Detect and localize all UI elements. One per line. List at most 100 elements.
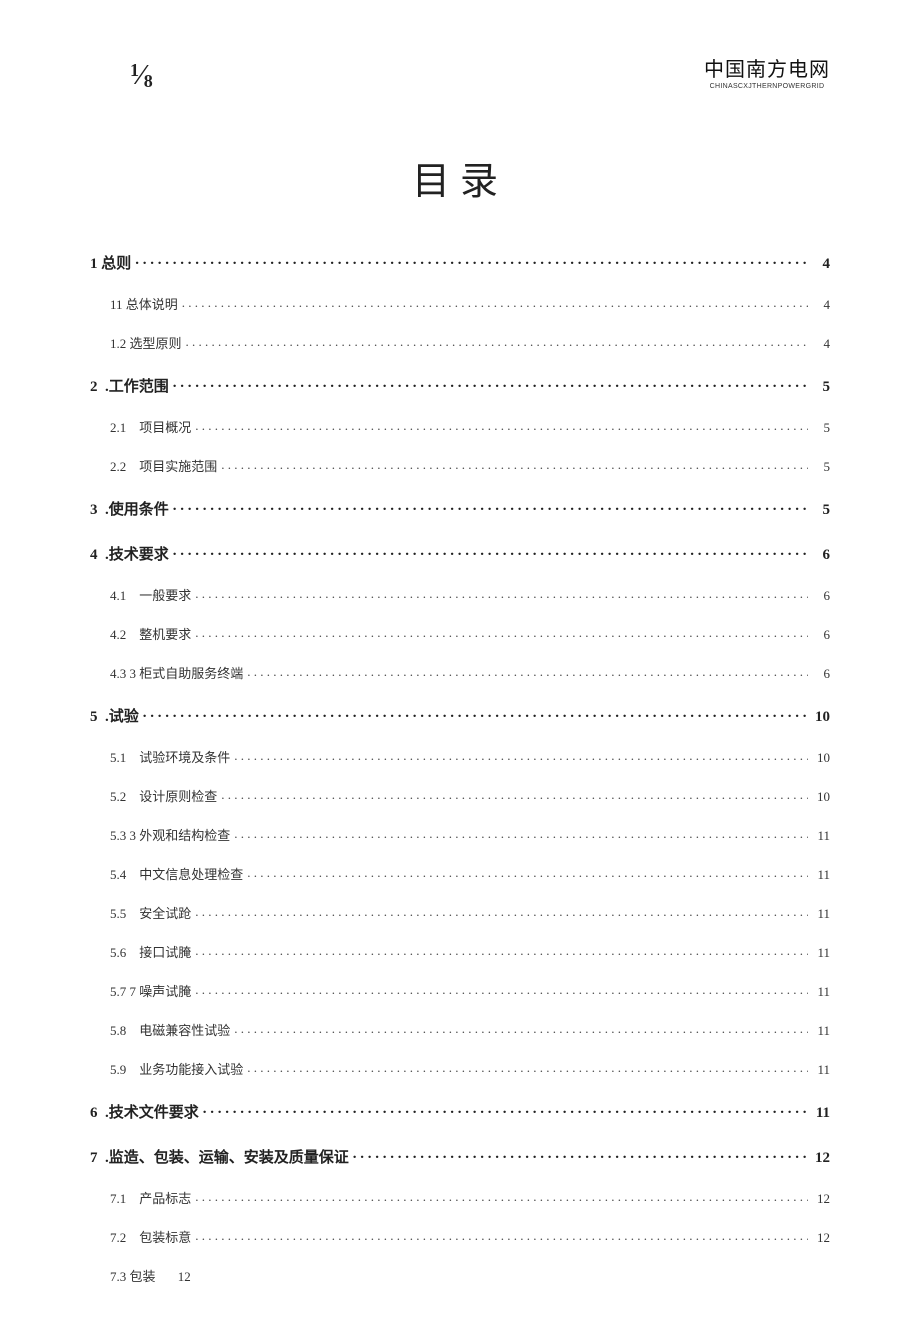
toc-entry-number: 5.2 [110, 790, 126, 803]
toc-entry-number: 5.5 [110, 907, 126, 920]
toc-entry-page: 11 [812, 946, 830, 959]
toc-leader-dots [173, 499, 808, 514]
toc-entry: 5.4 中文信息处理检查11 [90, 866, 830, 881]
company-name-cn: 中国南方电网 [704, 60, 830, 80]
toc-entry-page: 5 [812, 421, 830, 434]
toc-entry: 1 总则4 [90, 253, 830, 272]
toc-entry-title: 选型原则 [126, 337, 181, 350]
toc-entry: 5.6 接口试腌11 [90, 944, 830, 959]
toc-entry-number: 7.2 [110, 1231, 126, 1244]
toc-leader-dots [353, 1147, 808, 1162]
toc-entry-page: 12 [812, 1231, 830, 1244]
toc-leader-dots [195, 944, 808, 957]
toc-entry-number: 1.2 [110, 337, 126, 350]
toc-entry-title: 试验环境及条件 [126, 751, 230, 764]
page-header: 1⁄8 中国南方电网 CHINASCXJTHERNPOWERGRID [90, 60, 830, 110]
toc-entry-page: 6 [812, 667, 830, 680]
toc-entry-page: 12 [812, 1151, 830, 1166]
toc-entry-number: 6 [90, 1106, 98, 1121]
toc-entry-page: 11 [812, 907, 830, 920]
toc-leader-dots [173, 376, 808, 391]
toc-entry-page: 10 [812, 790, 830, 803]
toc-leader-dots [195, 626, 808, 639]
toc-entry-number: 5.3 [110, 829, 126, 842]
toc-entry-title: 项目实施范围 [126, 460, 217, 473]
toc-entry: 2.2 项目实施范围5 [90, 458, 830, 473]
toc-leader-dots [195, 983, 808, 996]
toc-leader-dots [247, 665, 808, 678]
company-name-en: CHINASCXJTHERNPOWERGRID [704, 83, 830, 90]
toc-entry-number: 4 [90, 548, 98, 563]
toc-entry-page: 11 [812, 985, 830, 998]
toc-leader-dots [195, 1229, 808, 1242]
toc-entry-page: 6 [812, 628, 830, 641]
toc-entry: 2.1 项目概况5 [90, 419, 830, 434]
toc-entry-number: 5 [90, 710, 98, 725]
toc-leader-dots [234, 1022, 808, 1035]
toc-entry-title: 项目概况 [126, 421, 191, 434]
toc-entry-title: .工作范围 [98, 380, 169, 395]
toc-entry-number: 5.7 [110, 985, 126, 998]
toc-entry: 4 .技术要求 6 [90, 544, 830, 563]
toc-entry-page: 11 [812, 829, 830, 842]
toc-leader-dots [173, 544, 808, 559]
toc-entry-title: .技术要求 [98, 548, 169, 563]
toc-entry: 5.3 3 外观和结构检查11 [90, 827, 830, 842]
toc-entry-title: .试验 [98, 710, 139, 725]
toc-entry: 5 .试验 10 [90, 706, 830, 725]
toc-leader-dots [234, 749, 808, 762]
toc-entry-number: 7.3 [110, 1270, 126, 1283]
toc-entry-page: 4 [812, 257, 830, 272]
toc-leader-dots [247, 1061, 808, 1074]
toc-entry-page: 6 [812, 589, 830, 602]
toc-entry-title: 包装 [126, 1270, 159, 1283]
toc-entry: 6 .技术文件要求11 [90, 1102, 830, 1121]
toc-entry-page: 5 [812, 460, 830, 473]
toc-entry-page: 5 [812, 503, 830, 518]
toc-leader-dots [247, 866, 808, 879]
table-of-contents: 1 总则411 总体说明41.2 选型原则42 .工作范围52.1 项目概况52… [90, 253, 830, 1283]
toc-entry-page: 6 [812, 548, 830, 563]
toc-entry: 2 .工作范围5 [90, 376, 830, 395]
toc-entry-page: 11 [812, 1024, 830, 1037]
toc-entry-page: 12 [173, 1270, 191, 1283]
toc-entry-page: 5 [812, 380, 830, 395]
toc-leader-dots [135, 253, 808, 268]
toc-entry-title: 包装标意 [126, 1231, 191, 1244]
toc-entry: 1.2 选型原则 4 [90, 335, 830, 350]
toc-entry: 11 总体说明4 [90, 296, 830, 311]
toc-leader-dots [221, 458, 808, 471]
toc-entry-page: 10 [812, 751, 830, 764]
toc-entry: 7.1 产品标志12 [90, 1190, 830, 1205]
company-logo: 中国南方电网 CHINASCXJTHERNPOWERGRID [704, 60, 830, 90]
toc-entry-title: 安全试跄 [126, 907, 191, 920]
document-title: 目录 [90, 150, 830, 205]
toc-entry-number: 7 [90, 1151, 98, 1166]
toc-entry-page: 11 [812, 868, 830, 881]
toc-leader-dots [221, 788, 808, 801]
toc-entry: 4.3 3 柜式自助服务终端6 [90, 665, 830, 680]
toc-entry-number: 11 [110, 298, 123, 311]
toc-entry-page: 10 [812, 710, 830, 725]
toc-leader-dots [195, 587, 808, 600]
toc-entry-title: 总则 [98, 257, 132, 272]
toc-entry-page: 4 [812, 298, 830, 311]
toc-entry-number: 4.1 [110, 589, 126, 602]
toc-leader-dots [182, 296, 808, 309]
toc-entry-number: 5.8 [110, 1024, 126, 1037]
toc-entry: 5.5 安全试跄 11 [90, 905, 830, 920]
toc-entry-page: 11 [812, 1106, 830, 1121]
toc-entry-page: 12 [812, 1192, 830, 1205]
toc-leader-dots [143, 706, 808, 721]
toc-leader-dots [234, 827, 808, 840]
toc-entry: 7.3 包装 12 [90, 1268, 830, 1283]
toc-entry-title: 设计原则检查 [126, 790, 217, 803]
page-number-fraction: 1⁄8 [130, 60, 153, 92]
toc-entry: 5.7 7 噪声试腌11 [90, 983, 830, 998]
toc-entry: 3 .使用条件5 [90, 499, 830, 518]
toc-entry-page: 4 [812, 337, 830, 350]
toc-entry: 7 .监造、包装、运输、安装及质量保证12 [90, 1147, 830, 1166]
toc-entry: 5.1 试验环境及条件10 [90, 749, 830, 764]
toc-entry-number: 3 [90, 503, 98, 518]
toc-leader-dots [195, 419, 808, 432]
